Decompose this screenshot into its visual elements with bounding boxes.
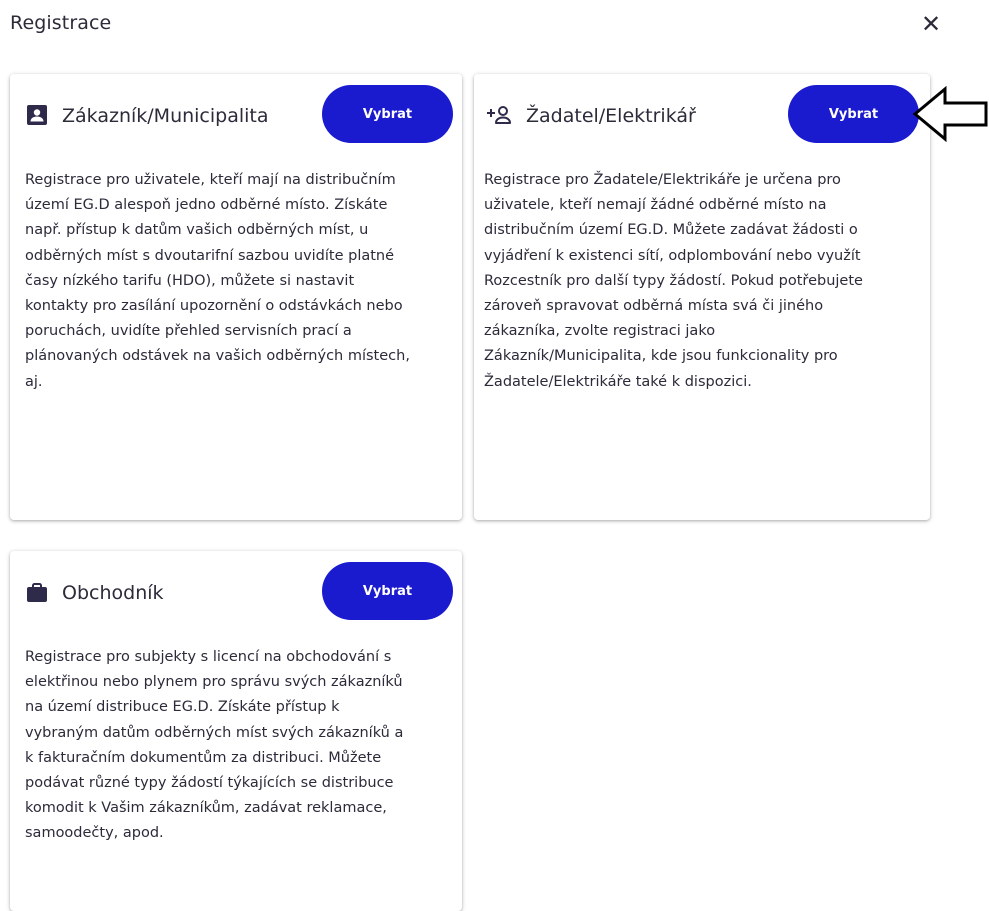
card-title: Žadatel/Elektrikář — [526, 105, 696, 127]
description-line: kontakty pro zasílání upozornění o odstá… — [25, 298, 403, 315]
description-line: samoodečty, apod. — [25, 825, 164, 842]
description-line: na území distribuce EG.D. Získáte přístu… — [25, 699, 340, 716]
dialog-title: Registrace — [10, 12, 112, 34]
description-line: aj. — [25, 373, 43, 390]
description-line: Registrace pro uživatele, kteří mají na … — [25, 172, 396, 188]
description-line: časy nízkého tarifu (HDO), můžete si nas… — [25, 272, 355, 289]
card-title: Zákazník/Municipalita — [62, 105, 269, 127]
card-trader: Obchodník Vybrat Registrace pro subjekty… — [10, 551, 462, 911]
description-line: Žadatele/Elektrikáře také k dispozici. — [484, 373, 752, 390]
description-line: Zákazník/Municipalita, kde jsou funkcion… — [484, 348, 838, 365]
card-customer-municipality: Zákazník/Municipalita Vybrat Registrace … — [10, 74, 462, 520]
card-header: Žadatel/Elektrikář Vybrat — [486, 74, 920, 154]
description-line: distribučním území EG.D. Můžete zadávat … — [484, 222, 858, 239]
briefcase-icon — [26, 583, 48, 605]
description-line: komodit k Vašim zákazníkům, zadávat rekl… — [25, 800, 387, 817]
description-line: uživatele, kteří nemají žádné odběrné mí… — [484, 197, 827, 214]
description-line: podávat různé typy žádostí týkajících se… — [25, 775, 394, 792]
select-applicant-button[interactable]: Vybrat — [788, 85, 919, 143]
pointer-arrow-icon — [912, 86, 988, 142]
description-line: např. přístup k datům vašich odběrných m… — [25, 222, 369, 239]
description-line: Registrace pro Žadatele/Elektrikáře je u… — [484, 172, 841, 188]
card-header: Zákazník/Municipalita Vybrat — [24, 74, 453, 154]
contact-card-icon — [26, 104, 48, 126]
description-line: Registrace pro subjekty s licencí na obc… — [25, 649, 392, 665]
card-applicant-electrician: Žadatel/Elektrikář Vybrat Registrace pro… — [474, 74, 930, 520]
description-line: zároveň spravovat odběrná místa svá či j… — [484, 298, 824, 315]
description-line: elektřinou nebo plynem pro správu svých … — [25, 674, 403, 691]
description-line: zákazníka, zvolte registraci jako — [484, 323, 716, 340]
description-line: poruchách, uvidíte přehled servisních pr… — [25, 323, 352, 340]
select-customer-button[interactable]: Vybrat — [322, 85, 453, 143]
description-line: vybraným datům odběrných míst svých záka… — [25, 724, 404, 741]
person-add-icon — [486, 104, 514, 126]
select-trader-button[interactable]: Vybrat — [322, 562, 453, 620]
description-line: k fakturačním dokumentům za distribuci. … — [25, 749, 382, 766]
description-line: Rozcestník pro další typy žádostí. Pokud… — [484, 272, 863, 289]
description-line: plánovaných odstávek na vašich odběrných… — [25, 348, 410, 365]
close-button[interactable]: ✕ — [918, 11, 944, 37]
card-title: Obchodník — [62, 582, 164, 604]
description-line: odběrných míst s dvoutarifní sazbou uvid… — [25, 247, 395, 264]
description-line: území EG.D alespoň jedno odběrné místo. … — [25, 197, 388, 214]
card-header: Obchodník Vybrat — [24, 551, 453, 631]
description-line: vyjádření k existenci sítí, odplombování… — [484, 247, 861, 264]
card-description: Registrace pro subjekty s licencí na obc… — [25, 645, 403, 847]
card-description: Registrace pro Žadatele/Elektrikáře je u… — [484, 168, 863, 395]
card-description: Registrace pro uživatele, kteří mají na … — [25, 168, 410, 395]
